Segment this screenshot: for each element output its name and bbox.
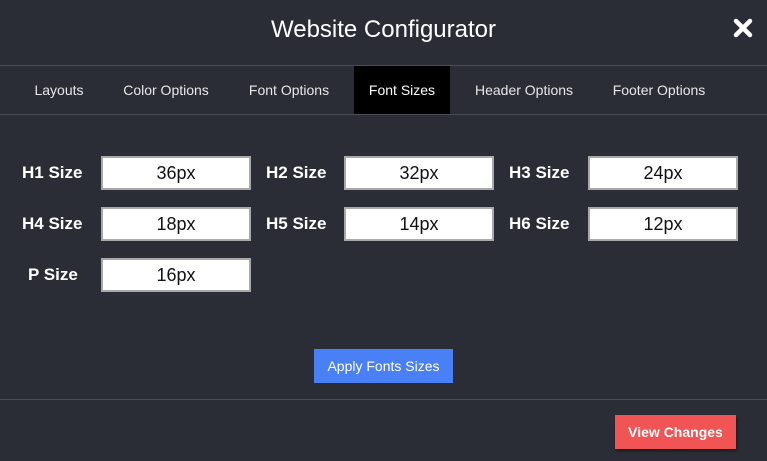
tab-layouts[interactable]: Layouts [18, 66, 100, 114]
h6-size-label: H6 Size [509, 214, 570, 233]
h2-size-label: H2 Size [266, 163, 327, 182]
tab-bar: Layouts Color Options Font Options Font … [0, 66, 767, 114]
tab-font-options[interactable]: Font Options [233, 66, 345, 114]
h2-size-input[interactable] [344, 156, 494, 190]
p-size-label: P Size [28, 265, 78, 284]
h4-size-label: H4 Size [22, 214, 83, 233]
website-configurator-dialog: Website Configurator Layouts Color Optio… [0, 0, 767, 461]
tabs-divider [0, 114, 767, 115]
tab-footer-options[interactable]: Footer Options [598, 66, 720, 114]
p-size-input[interactable] [101, 258, 251, 292]
h5-size-label: H5 Size [266, 214, 327, 233]
footer-divider [0, 399, 767, 400]
dialog-title: Website Configurator [271, 16, 496, 43]
h1-size-label: H1 Size [22, 163, 83, 182]
close-icon [733, 18, 753, 38]
h6-size-input[interactable] [588, 207, 738, 241]
tab-color-options[interactable]: Color Options [108, 66, 224, 114]
view-changes-button[interactable]: View Changes [615, 415, 736, 449]
h4-size-input[interactable] [101, 207, 251, 241]
tab-font-sizes[interactable]: Font Sizes [354, 66, 450, 114]
close-button[interactable] [733, 17, 753, 39]
h1-size-input[interactable] [101, 156, 251, 190]
dialog-header: Website Configurator [0, 0, 767, 65]
apply-font-sizes-button[interactable]: Apply Fonts Sizes [314, 349, 453, 383]
h3-size-label: H3 Size [509, 163, 570, 182]
h3-size-input[interactable] [588, 156, 738, 190]
tab-header-options[interactable]: Header Options [460, 66, 588, 114]
h5-size-input[interactable] [344, 207, 494, 241]
